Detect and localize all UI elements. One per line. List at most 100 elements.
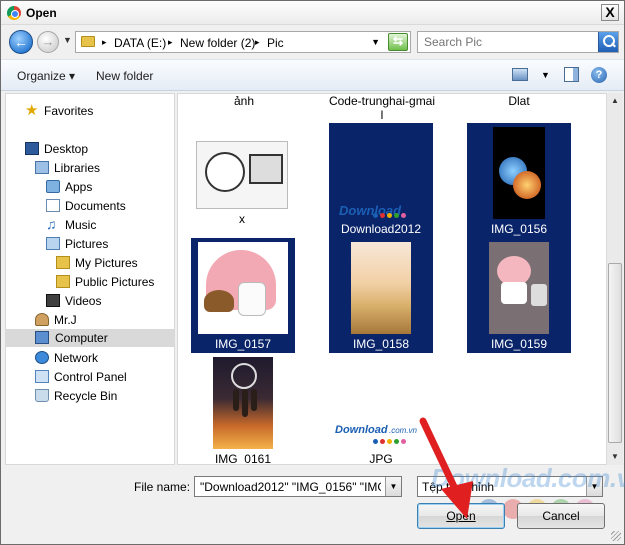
new-folder-button[interactable]: New folder [96, 69, 153, 83]
breadcrumb-current[interactable]: Pic [267, 36, 284, 50]
sidebar-item-pictures[interactable]: Pictures [46, 235, 166, 253]
sidebar-item-documents[interactable]: Documents [46, 197, 166, 215]
sidebar-item-network[interactable]: Network [35, 349, 165, 367]
scroll-up-icon[interactable]: ▲ [607, 93, 623, 109]
sidebar-item-user[interactable]: Mr.J [35, 311, 165, 329]
music-icon: ♫ [46, 216, 57, 232]
file-name-combobox: ▼ [194, 476, 402, 497]
open-button-label: Open [446, 509, 476, 523]
search-icon[interactable] [598, 32, 618, 52]
forward-arrow-icon: → [41, 34, 55, 49]
folder-icon [56, 275, 70, 288]
control-panel-icon [35, 370, 49, 383]
sidebar-item-label: Mr.J [54, 313, 77, 327]
navigation-bar: ← → ▼ ▸ DATA (E:) ▸ New folder (2) ▸ Pic… [1, 25, 624, 59]
file-thumbnail [351, 242, 411, 334]
close-button[interactable]: X [601, 4, 619, 21]
file-item-x[interactable]: x [190, 123, 294, 238]
folder-icon [56, 256, 70, 269]
logo-dot [380, 213, 385, 218]
file-name: IMG_0158 [352, 337, 410, 351]
command-toolbar: Organize ▾ New folder ▼ ? [1, 59, 624, 91]
file-name-dropdown-icon[interactable]: ▼ [385, 477, 401, 496]
file-caption[interactable]: Dlat [454, 94, 584, 108]
refresh-icon: ⇆ [392, 34, 404, 48]
sidebar-item-label: Control Panel [54, 370, 127, 384]
logo-dot [387, 439, 392, 444]
file-item-img-0156[interactable]: IMG_0156 [467, 123, 571, 238]
file-type-select[interactable]: Tệp tùy chỉnh ▼ [417, 476, 603, 497]
thumbnail-character [238, 282, 266, 316]
recent-locations-chevron-icon[interactable]: ▼ [63, 35, 72, 45]
logo-dot [401, 439, 406, 444]
sidebar-item-label: Music [65, 218, 97, 232]
file-thumbnail [196, 141, 288, 209]
back-button[interactable]: ← [9, 30, 33, 54]
user-icon [35, 313, 49, 326]
file-item-jpg[interactable]: Download .com.vn JPG [329, 353, 433, 464]
thumbnail-character [204, 290, 234, 312]
logo-dot [373, 213, 378, 218]
logo-dot [401, 213, 406, 218]
star-icon: ★ [25, 102, 39, 119]
sidebar-item-label: Libraries [54, 161, 101, 175]
thumbnail-feather [242, 389, 248, 417]
sidebar-item-label: Desktop [44, 142, 89, 156]
navigation-pane: ★ Favorites Desktop Libraries Apps Docum… [5, 93, 175, 465]
thumbnail-figure [205, 152, 245, 192]
sidebar-item-recycle-bin[interactable]: Recycle Bin [35, 387, 165, 405]
sidebar-item-label: Computer [55, 331, 108, 345]
sidebar-item-music[interactable]: ♫ Music [46, 216, 166, 234]
open-button[interactable]: Open [417, 503, 505, 529]
file-caption[interactable]: Code-trunghai-gmai l [317, 94, 447, 122]
file-item-img-0161[interactable]: IMG_0161 [191, 353, 295, 465]
breadcrumb-folder[interactable]: New folder (2) [180, 36, 255, 50]
file-name-input[interactable] [198, 478, 383, 495]
refresh-button[interactable]: ⇆ [388, 33, 408, 51]
search-input[interactable] [422, 34, 592, 50]
sidebar-item-control-panel[interactable]: Control Panel [35, 368, 165, 386]
file-thumbnail [198, 242, 288, 334]
resize-grip-icon[interactable] [611, 531, 621, 541]
address-dropdown-icon[interactable]: ▼ [371, 37, 380, 47]
network-icon [35, 351, 49, 364]
sidebar-item-my-pictures[interactable]: My Pictures [56, 254, 166, 272]
scrollbar-thumb[interactable] [608, 263, 622, 443]
file-item-img-0157[interactable]: IMG_0157 [191, 238, 295, 353]
file-name-label: File name: [134, 480, 191, 494]
download-logo: Download [335, 424, 388, 436]
file-name: IMG_0161 [214, 452, 272, 465]
sidebar-item-computer[interactable]: Computer [6, 329, 174, 347]
breadcrumb-drive[interactable]: DATA (E:) [114, 36, 166, 50]
logo-dot [394, 213, 399, 218]
sidebar-item-favorites[interactable]: ★ Favorites [25, 102, 165, 120]
back-arrow-icon: ← [14, 34, 28, 50]
open-file-dialog: Open X ← → ▼ ▸ DATA (E:) ▸ New folder (2… [0, 0, 625, 545]
file-item-img-0159[interactable]: IMG_0159 [467, 238, 571, 353]
forward-button[interactable]: → [37, 31, 59, 53]
file-item-img-0158[interactable]: IMG_0158 [329, 238, 433, 353]
cancel-button[interactable]: Cancel [517, 503, 605, 529]
sidebar-item-apps[interactable]: Apps [46, 178, 166, 196]
sidebar-item-label: Favorites [44, 104, 94, 118]
thumbnail-orange-flame [513, 171, 541, 199]
sidebar-item-desktop[interactable]: Desktop [25, 140, 165, 158]
organize-menu[interactable]: Organize ▾ [17, 69, 75, 83]
thumbnail-toilet [531, 284, 547, 306]
view-options-chevron-icon[interactable]: ▼ [541, 70, 550, 80]
help-icon[interactable]: ? [591, 67, 607, 83]
address-bar[interactable]: ▸ DATA (E:) ▸ New folder (2) ▸ Pic ▼ ⇆ [75, 31, 411, 53]
sidebar-item-libraries[interactable]: Libraries [35, 159, 165, 177]
file-item-download2012[interactable]: Download Download2012 [329, 123, 433, 238]
sidebar-item-videos[interactable]: Videos [46, 292, 166, 310]
file-caption[interactable]: ảnh [179, 94, 309, 108]
vertical-scrollbar[interactable]: ▲ ▼ [606, 93, 623, 465]
file-type-dropdown-icon[interactable]: ▼ [586, 477, 602, 496]
help-glyph: ? [595, 69, 603, 81]
scroll-down-icon[interactable]: ▼ [607, 449, 623, 465]
change-view-icon[interactable] [512, 68, 528, 81]
preview-pane-icon[interactable] [564, 67, 579, 82]
title-bar: Open X [1, 1, 624, 25]
file-name: IMG_0157 [214, 337, 272, 351]
sidebar-item-public-pictures[interactable]: Public Pictures [56, 273, 171, 291]
